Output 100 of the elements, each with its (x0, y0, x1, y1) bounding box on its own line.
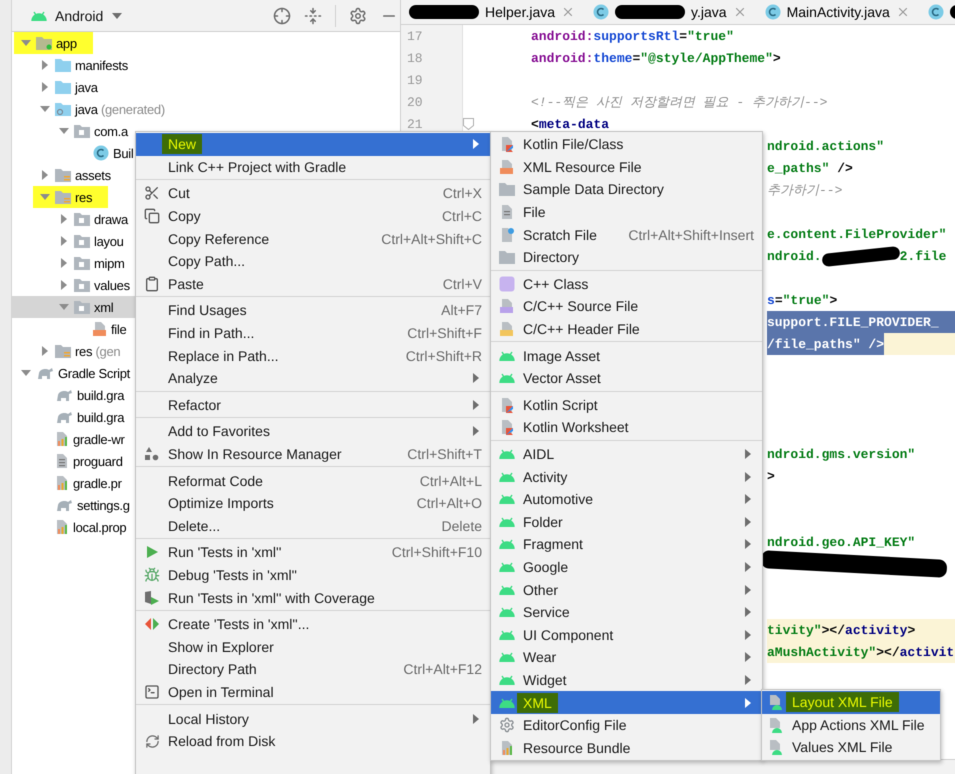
menu-item[interactable]: Values XML File (762, 736, 940, 759)
menu-item[interactable]: Image Asset (491, 344, 762, 367)
menu-item[interactable]: Reload from Disk (136, 730, 490, 752)
menu-item[interactable]: Run 'Tests in 'xml'' with Coverage (136, 586, 490, 609)
menu-item[interactable]: Create 'Tests in 'xml''... (136, 612, 490, 636)
menu-item[interactable]: Optimize Imports Ctrl+Alt+O (136, 492, 490, 514)
menu-item[interactable]: C++ Class (491, 272, 762, 296)
menu-item[interactable]: Other (491, 578, 762, 601)
menu-item[interactable]: C/C++ Header File (491, 318, 762, 340)
tree-item[interactable]: gradle-wr (33, 428, 124, 450)
menu-item[interactable]: Folder (491, 510, 762, 534)
tree-item[interactable]: xml (52, 296, 114, 318)
menu-item[interactable]: Link C++ Project with Gradle (136, 156, 490, 178)
menu-item[interactable]: Service (491, 600, 762, 624)
menu-item[interactable]: Cut Ctrl+X (136, 182, 490, 205)
menu-item[interactable]: Delete... Delete (136, 514, 490, 538)
menu-item[interactable]: App Actions XML File (762, 714, 940, 736)
menu-item[interactable]: Run 'Tests in 'xml'' Ctrl+Shift+F10 (136, 541, 490, 564)
tree-item[interactable]: build.gra (33, 406, 124, 428)
shortcut-label: Ctrl+Alt+F12 (402, 661, 482, 678)
crosshair-icon[interactable] (273, 6, 291, 24)
tree-item[interactable]: app (14, 32, 93, 54)
tree-item[interactable]: assets (33, 164, 111, 186)
menu-item[interactable]: Wear (491, 646, 762, 669)
android-icon (499, 674, 515, 685)
menu-item[interactable]: Directory Path Ctrl+Alt+F12 (136, 658, 490, 681)
tree-item[interactable]: manifests (33, 54, 128, 76)
tree-item[interactable]: build.gra (33, 384, 124, 406)
menu-item[interactable]: EditorConfig File (491, 714, 762, 736)
tree-item[interactable]: local.prop (33, 516, 126, 538)
menu-item[interactable]: UI Component (491, 623, 762, 646)
tree-item[interactable]: res (33, 186, 108, 208)
folder-icon (499, 250, 515, 264)
tree-item[interactable]: proguard (33, 450, 123, 472)
code-line: <!--찍은 사진 저장할려면 필요 - 추가하기--> (531, 94, 828, 110)
tree-item[interactable]: values (52, 274, 130, 296)
editor-tab[interactable]: Helper.java (401, 0, 586, 24)
menu-item[interactable]: Vector Asset (491, 366, 762, 390)
menu-item[interactable]: Add to Favorites (136, 420, 490, 443)
menu-item[interactable]: C/C++ Source File (491, 295, 762, 318)
menu-item[interactable]: Copy Ctrl+C (136, 204, 490, 228)
menu-item[interactable]: Scratch File Ctrl+Alt+Shift+Insert (491, 223, 762, 246)
tree-item[interactable]: com.a (52, 120, 128, 142)
menu-item[interactable]: Paste Ctrl+V (136, 272, 490, 296)
view-selector[interactable]: Android (31, 8, 124, 24)
tree-item[interactable]: layou (52, 230, 124, 252)
menu-item[interactable]: XML Resource File (491, 156, 762, 178)
menu-item[interactable]: Refactor (136, 394, 490, 416)
menu-item[interactable]: Find Usages Alt+F7 (136, 299, 490, 322)
shortcut-label: Delete (440, 518, 482, 534)
menu-item[interactable]: Show In Resource Manager Ctrl+Shift+T (136, 442, 490, 466)
editor-tab[interactable]: MainActivity.java (756, 0, 920, 24)
menu-item[interactable]: Replace in Path... Ctrl+Shift+R (136, 344, 490, 367)
menu-item[interactable]: Google (491, 556, 762, 578)
editor-tab[interactable]: y.java (585, 0, 757, 24)
tree-item[interactable]: gradle.pr (33, 472, 122, 494)
xml-file-icon (500, 158, 514, 175)
menu-item[interactable]: Activity (491, 465, 762, 488)
android-file-icon (768, 739, 784, 756)
menu-item[interactable]: AIDL (491, 442, 762, 466)
line-number: 18 (407, 50, 423, 66)
menu-item[interactable]: Kotlin Worksheet (491, 416, 762, 439)
menu-item[interactable]: Sample Data Directory (491, 178, 762, 201)
settings-icon[interactable] (349, 6, 367, 24)
menu-item[interactable]: Directory (491, 246, 762, 269)
folder-icon (55, 58, 71, 72)
menu-item[interactable]: Copy Path... (136, 250, 490, 273)
tree-item[interactable]: mipm (52, 252, 125, 274)
properties-file-icon (55, 431, 69, 447)
fold-marker-icon[interactable] (463, 118, 474, 130)
menu-item[interactable]: Copy Reference Ctrl+Alt+Shift+C (136, 227, 490, 250)
menu-item[interactable]: Automotive (491, 488, 762, 510)
menu-item[interactable]: Widget (491, 668, 762, 692)
menu-item[interactable]: Show in Explorer (136, 635, 490, 658)
menu-item[interactable]: Fragment (491, 533, 762, 556)
tree-item[interactable]: settings.g (33, 494, 130, 516)
menu-item[interactable]: Local History (136, 707, 490, 730)
menu-item[interactable]: Find in Path... Ctrl+Shift+F (136, 322, 490, 344)
menu-item[interactable]: File (491, 200, 762, 224)
tree-item[interactable]: drawa (52, 208, 128, 230)
tree-item[interactable]: Buil (71, 142, 134, 164)
menu-item[interactable]: Kotlin Script (491, 394, 762, 416)
menu-item[interactable]: Open in Terminal (136, 680, 490, 704)
menu-item[interactable]: Kotlin File/Class (491, 133, 762, 156)
menu-item[interactable]: Layout XML File (762, 691, 940, 714)
scratch-file-icon (500, 226, 514, 243)
tree-item[interactable]: file (71, 318, 126, 340)
tree-item[interactable]: res (gen (33, 340, 120, 362)
menu-item[interactable]: Debug 'Tests in 'xml'' (136, 564, 490, 586)
tree-item[interactable]: java (33, 76, 98, 98)
android-icon (499, 607, 515, 618)
tree-item[interactable]: Gradle Script (14, 362, 130, 384)
menu-item[interactable]: Analyze (136, 366, 490, 390)
menu-item[interactable]: Reformat Code Ctrl+Alt+L (136, 469, 490, 492)
menu-item[interactable]: XML (491, 691, 762, 714)
line-number: 17 (407, 28, 423, 44)
menu-item[interactable]: New (136, 133, 490, 156)
tree-item[interactable]: java (generated) (33, 98, 165, 120)
terminal-icon (144, 684, 160, 700)
collapse-all-icon[interactable] (304, 6, 322, 24)
